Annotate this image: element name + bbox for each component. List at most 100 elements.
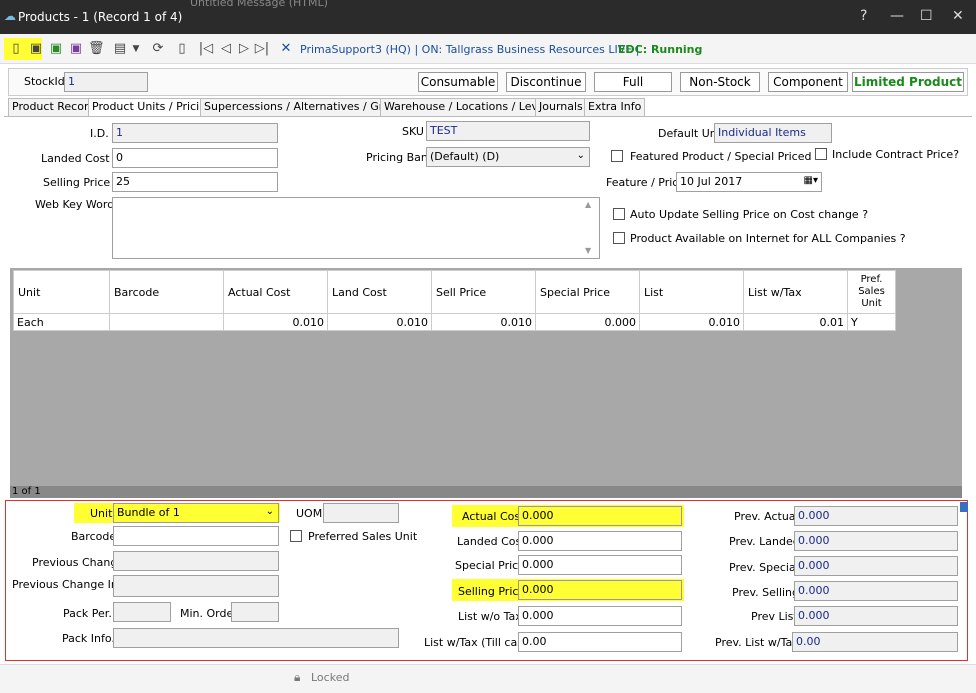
pricing-band-select[interactable]: (Default) (D) ⌄ bbox=[426, 147, 590, 167]
list-wo-tax-field[interactable]: 0.000 bbox=[518, 606, 682, 626]
cell-land-cost[interactable]: 0.010 bbox=[327, 313, 432, 331]
tab-product-units-pricing[interactable]: Product Units / Pricing bbox=[88, 98, 218, 117]
barcode-field[interactable] bbox=[113, 526, 279, 546]
feature-price-date[interactable]: 10 Jul 2017 ▦▾ bbox=[676, 172, 822, 192]
prev-special-label: Prev. Special bbox=[729, 561, 799, 574]
special-price-field[interactable]: 0.000 bbox=[518, 555, 682, 575]
report-icon[interactable]: ▤ bbox=[112, 40, 128, 58]
column-header[interactable]: Barcode bbox=[109, 270, 224, 314]
limited-product-badge: Limited Product bbox=[852, 72, 964, 92]
cell-special-price[interactable]: 0.000 bbox=[535, 313, 640, 331]
sku-field[interactable]: TEST bbox=[426, 121, 590, 141]
tab-product-record[interactable]: Product Record bbox=[8, 98, 100, 116]
grid-header-row: Unit Barcode Actual Cost Land Cost Sell … bbox=[13, 270, 896, 314]
help-icon[interactable]: ? bbox=[860, 8, 867, 24]
cancel-icon[interactable]: ✕ bbox=[278, 40, 294, 58]
feature-price-value: 10 Jul 2017 bbox=[680, 175, 743, 188]
previous-change-info-field[interactable] bbox=[113, 575, 279, 597]
unit-value: Bundle of 1 bbox=[117, 506, 180, 519]
cell-unit[interactable]: Each bbox=[13, 313, 110, 331]
actual-cost-field[interactable]: 0.000 bbox=[518, 506, 682, 526]
units-grid[interactable]: Unit Barcode Actual Cost Land Cost Sell … bbox=[13, 270, 896, 331]
cell-list[interactable]: 0.010 bbox=[639, 313, 744, 331]
save-icon[interactable]: ▣ bbox=[28, 40, 44, 58]
cell-actual-cost[interactable]: 0.010 bbox=[223, 313, 328, 331]
previous-record-icon[interactable]: ◁ bbox=[218, 40, 234, 58]
column-header[interactable]: Unit bbox=[13, 270, 110, 314]
prev-landed-field[interactable]: 0.000 bbox=[794, 531, 958, 551]
save-copy-icon[interactable]: ▣ bbox=[68, 40, 84, 58]
selling-price-pct-field[interactable]: 25 bbox=[112, 172, 278, 192]
column-header[interactable]: Pref. Sales Unit bbox=[847, 270, 896, 314]
auto-update-checkbox[interactable] bbox=[613, 208, 625, 220]
internet-available-checkbox[interactable] bbox=[613, 232, 625, 244]
table-row[interactable]: Each 0.010 0.010 0.010 0.000 0.010 0.01 … bbox=[13, 313, 896, 331]
scroll-down-icon[interactable]: ▼ bbox=[585, 246, 591, 255]
refresh-icon[interactable]: ⟳ bbox=[150, 40, 166, 58]
special-price-label: Special Price bbox=[455, 559, 525, 572]
window-title: Products - 1 (Record 1 of 4) bbox=[18, 10, 183, 24]
column-header[interactable]: Special Price bbox=[535, 270, 640, 314]
column-header[interactable]: Sell Price bbox=[431, 270, 536, 314]
landed-cost-field[interactable]: 0.000 bbox=[518, 531, 682, 551]
lock-icon: 🔒︎ bbox=[294, 670, 301, 684]
app-icon: ☁ bbox=[4, 9, 16, 23]
prev-selling-field[interactable]: 0.000 bbox=[794, 581, 958, 601]
prev-list-w-tax-field[interactable]: 0.00 bbox=[792, 632, 958, 652]
close-button[interactable]: ✕ bbox=[952, 8, 964, 24]
tab-warehouse[interactable]: Warehouse / Locations / Levels bbox=[380, 98, 558, 116]
background-tabs: Untitled Message (HTML) bbox=[190, 0, 328, 9]
save-new-icon[interactable]: ▣ bbox=[48, 40, 64, 58]
list-w-tax-field[interactable]: 0.00 bbox=[518, 632, 682, 652]
column-header[interactable]: List bbox=[639, 270, 744, 314]
column-header[interactable]: List w/Tax bbox=[743, 270, 848, 314]
last-record-icon[interactable]: ▷| bbox=[254, 40, 270, 58]
min-order-field[interactable] bbox=[231, 602, 279, 622]
prev-landed-label: Prev. Landed bbox=[729, 535, 800, 548]
column-header[interactable]: Land Cost bbox=[327, 270, 432, 314]
pack-per-label: Pack Per. bbox=[63, 607, 112, 620]
default-unit-field[interactable]: Individual Items bbox=[714, 123, 832, 143]
next-record-icon[interactable]: ▷ bbox=[236, 40, 252, 58]
prev-selling-label: Prev. Selling bbox=[732, 586, 800, 599]
contract-price-checkbox[interactable] bbox=[815, 148, 827, 160]
cell-pref-sales-unit[interactable]: Y bbox=[847, 313, 896, 331]
landed-cost-pct-field[interactable]: 0 bbox=[112, 148, 278, 168]
tab-divider bbox=[4, 116, 972, 117]
featured-checkbox[interactable] bbox=[611, 150, 623, 162]
delete-icon[interactable]: 🗑 bbox=[88, 40, 105, 58]
pack-info-field[interactable] bbox=[113, 628, 399, 648]
discontinue-button[interactable]: Discontinue bbox=[506, 72, 586, 92]
prev-actual-field[interactable]: 0.000 bbox=[794, 506, 958, 526]
prev-list-field[interactable]: 0.000 bbox=[794, 606, 958, 626]
pack-per-field[interactable] bbox=[113, 602, 171, 622]
stock-id-field[interactable]: 1 bbox=[64, 72, 148, 92]
maximize-button[interactable]: ☐ bbox=[920, 8, 933, 24]
component-button[interactable]: Component bbox=[768, 72, 848, 92]
full-button[interactable]: Full bbox=[594, 72, 672, 92]
first-record-icon[interactable]: |◁ bbox=[198, 40, 214, 58]
minimize-button[interactable]: — bbox=[890, 8, 904, 24]
non-stock-button[interactable]: Non-Stock bbox=[680, 72, 760, 92]
cell-sell-price[interactable]: 0.010 bbox=[431, 313, 536, 331]
uom-field[interactable] bbox=[323, 503, 399, 523]
column-header[interactable]: Actual Cost bbox=[223, 270, 328, 314]
tab-journals[interactable]: Journals bbox=[535, 98, 587, 116]
clipboard-icon[interactable]: ▯ bbox=[174, 40, 190, 58]
previous-change-field[interactable] bbox=[113, 551, 279, 571]
consumable-button[interactable]: Consumable bbox=[418, 72, 498, 92]
web-key-words-field[interactable] bbox=[112, 197, 600, 259]
new-record-icon[interactable]: ▯ bbox=[8, 40, 24, 58]
id-field[interactable]: 1 bbox=[112, 123, 278, 143]
toolbar: ▯ ▣ ▣ ▣ 🗑 ▤ ▼ ⟳ ▯ |◁ ◁ ▷ ▷| ✕ PrimaSuppo… bbox=[0, 34, 976, 64]
selling-price-field[interactable]: 0.000 bbox=[518, 580, 682, 600]
unit-select[interactable]: Bundle of 1 ⌄ bbox=[113, 503, 279, 523]
cell-list-w-tax[interactable]: 0.01 bbox=[743, 313, 848, 331]
cell-barcode[interactable] bbox=[109, 313, 224, 331]
chevron-down-icon[interactable]: ▼ bbox=[128, 40, 144, 58]
preferred-sales-unit-checkbox[interactable] bbox=[290, 530, 302, 542]
calendar-icon[interactable]: ▦▾ bbox=[804, 175, 818, 186]
scroll-up-icon[interactable]: ▲ bbox=[585, 200, 591, 209]
tab-extra-info[interactable]: Extra Info bbox=[584, 98, 646, 116]
prev-special-field[interactable]: 0.000 bbox=[794, 556, 958, 576]
